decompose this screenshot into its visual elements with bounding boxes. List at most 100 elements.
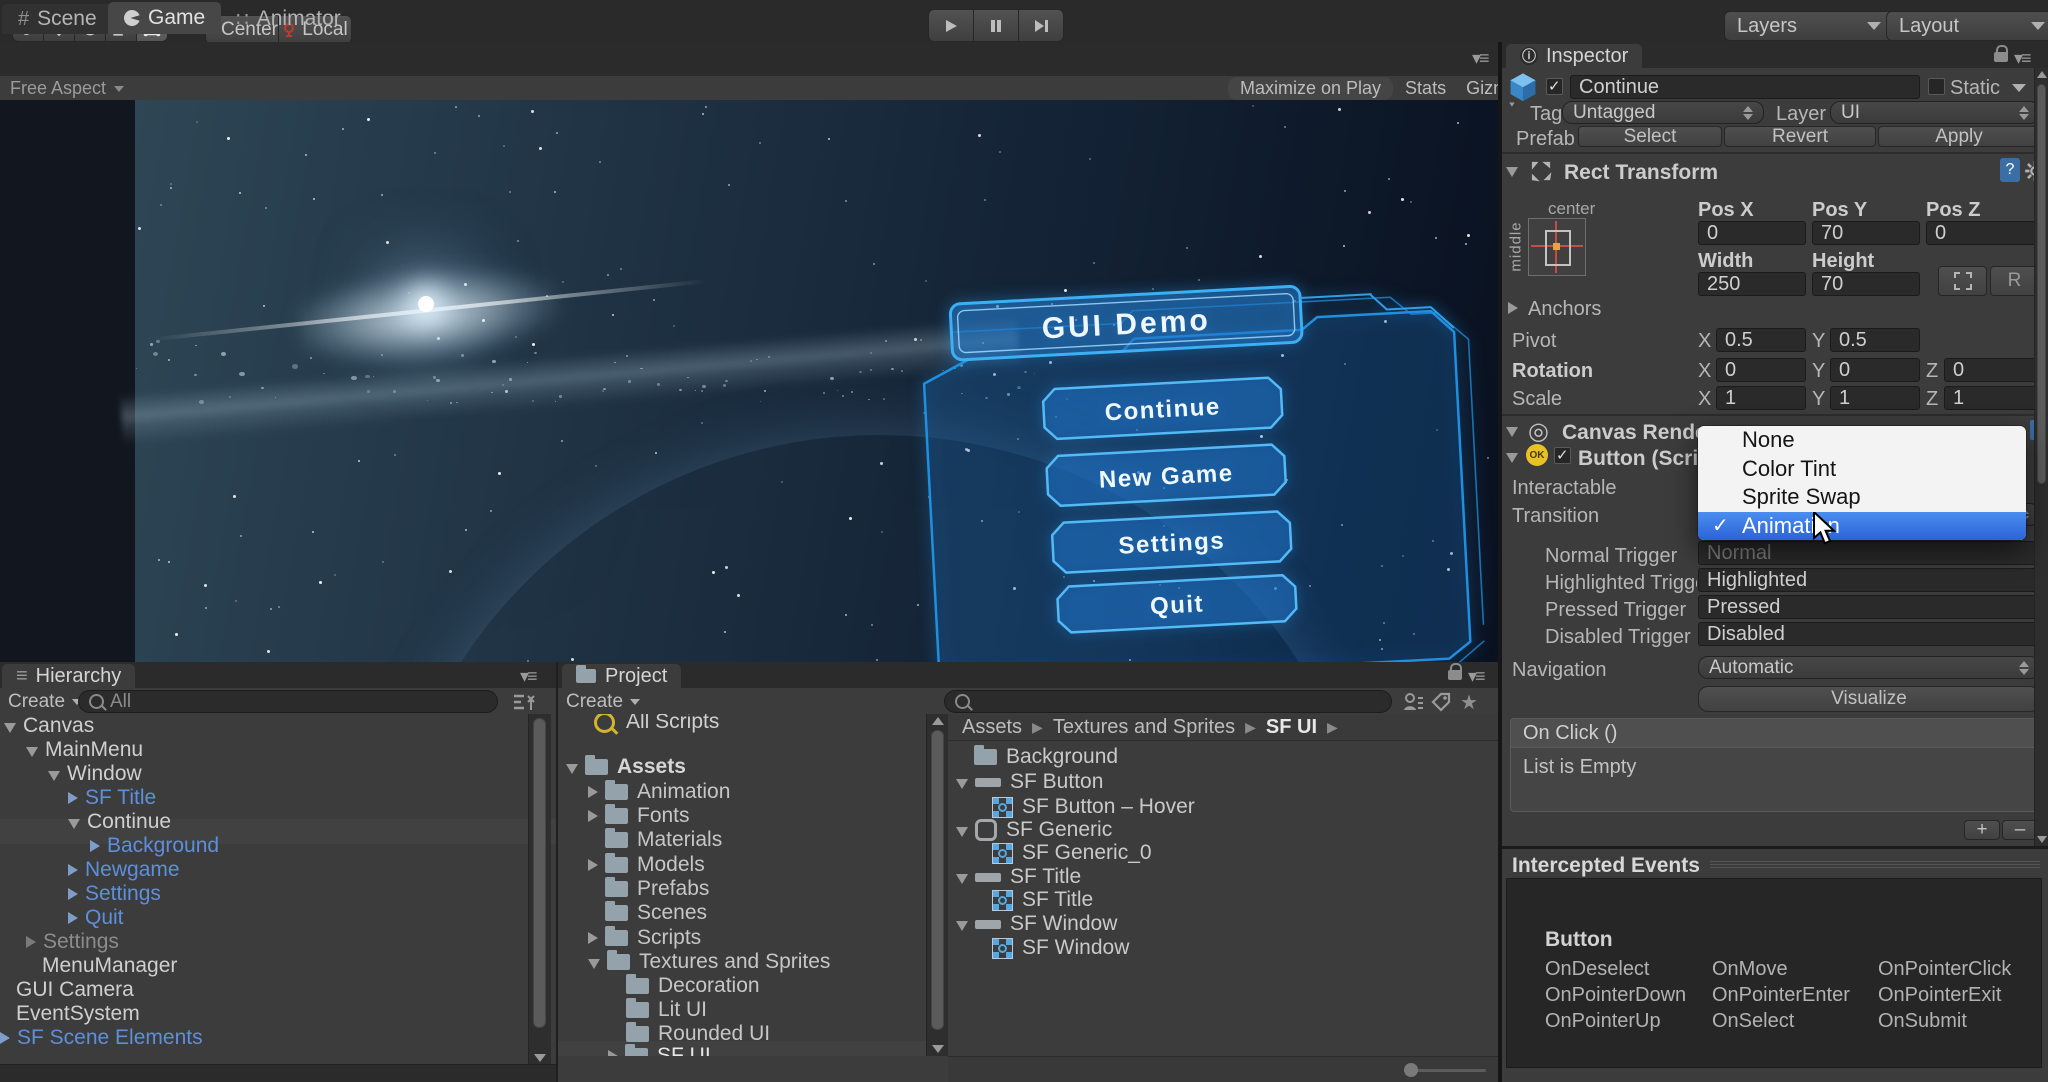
pivot-y-field[interactable]: 0.5 [1830,328,1920,352]
maximize-on-play-button[interactable]: Maximize on Play [1228,77,1393,100]
posy-field[interactable]: 70 [1812,221,1920,245]
hierarchy-filter-icon[interactable] [512,692,538,712]
project-file[interactable]: SF Title [956,865,1081,889]
project-file[interactable]: Background [974,745,1118,769]
disabled-trigger-field[interactable]: Disabled [1698,622,2040,646]
tab-project[interactable]: Project [562,664,681,688]
project-tree-item[interactable]: Models [588,853,705,877]
project-file[interactable]: SF Button [956,770,1103,794]
hierarchy-item[interactable]: MainMenu [26,738,143,762]
tab-inspector[interactable]: ⓘ Inspector [1506,44,1642,68]
project-file[interactable]: SF Generic [956,818,1112,842]
pressed-trigger-field[interactable]: Pressed [1698,595,2040,619]
menu-item-color-tint[interactable]: Color Tint [1698,455,2026,484]
scroll-down-icon[interactable] [2037,836,2047,843]
name-field[interactable]: Continue [1570,75,1920,99]
tag-dropdown[interactable]: Untagged [1562,101,1764,124]
normal-trigger-field[interactable]: Normal [1698,541,2040,565]
unlock-icon[interactable] [1994,52,2008,62]
hierarchy-item[interactable]: Quit [68,906,124,930]
scroll-up-icon[interactable] [2037,71,2047,78]
hierarchy-create-button[interactable]: Create [8,691,82,713]
scale-x-field[interactable]: 1 [1716,386,1806,410]
project-tree-item[interactable]: Textures and Sprites [588,950,830,974]
help-icon[interactable]: ? [2000,158,2020,182]
project-tree-scrollbar[interactable] [926,714,949,1056]
project-file[interactable]: SF Generic_0 [992,841,1152,865]
hierarchy-search-input[interactable]: All [78,690,498,713]
prefab-apply-button[interactable]: Apply [1878,126,2040,147]
project-tree-item[interactable]: Animation [588,780,730,804]
scroll-down-icon[interactable] [534,1054,546,1062]
hierarchy-item[interactable]: EventSystem [4,1002,140,1026]
anchors-foldout-icon[interactable] [1508,302,1518,314]
search-by-label-icon[interactable] [1430,692,1452,712]
project-tree-item[interactable]: Fonts [588,804,690,828]
hierarchy-panel-menu-icon[interactable]: ▾≡ [520,666,536,687]
search-by-type-icon[interactable] [1402,692,1424,712]
scroll-up-icon[interactable] [932,717,944,725]
highlighted-trigger-field[interactable]: Highlighted [1698,568,2040,592]
stats-button[interactable]: Stats [1397,77,1454,100]
project-tree-item[interactable]: Rounded UI [626,1022,770,1046]
aspect-dropdown[interactable]: Free Aspect [10,78,124,99]
tab-animator[interactable]: ∷ Animator [220,4,357,34]
project-file[interactable]: SF Title [992,888,1093,912]
zoom-slider[interactable] [1408,1069,1486,1072]
hierarchy-item[interactable]: Canvas [4,714,94,738]
section-splitter[interactable] [1502,846,2048,849]
zoom-slider-knob[interactable] [1404,1063,1418,1077]
project-tree-item[interactable]: Scenes [605,901,707,925]
project-file[interactable]: SF Window [956,912,1117,936]
project-search-input[interactable] [944,690,1392,713]
project-tree-item[interactable]: All Scripts [594,714,719,734]
breadcrumb-folder[interactable]: Textures and Sprites [1053,716,1235,739]
menu-item-none[interactable]: None [1698,426,2026,455]
unlock-icon[interactable] [1448,670,1462,680]
rotation-y-field[interactable]: 0 [1830,358,1920,382]
tab-scene[interactable]: # Scene [2,4,113,34]
hierarchy-item[interactable]: Background [90,834,219,858]
project-tree-item[interactable]: Assets [566,755,686,779]
prefab-select-button[interactable]: Select [1578,126,1722,147]
static-checkbox[interactable] [1928,78,1945,95]
hierarchy-item[interactable]: Window [48,762,142,786]
tab-hierarchy[interactable]: ≡ Hierarchy [2,664,135,688]
breadcrumb-assets[interactable]: Assets [962,716,1022,739]
layer-dropdown[interactable]: UI [1830,101,2040,124]
rotation-x-field[interactable]: 0 [1716,358,1806,382]
menu-item-animation-selected[interactable]: Animation [1698,512,2026,541]
inspector-scrollbar[interactable] [2034,68,2048,846]
project-tree-item[interactable]: Prefabs [605,877,709,901]
height-field[interactable]: 70 [1812,272,1920,296]
prefab-revert-button[interactable]: Revert [1724,126,1876,147]
project-tree-item[interactable]: Decoration [626,974,760,998]
pivot-x-field[interactable]: 0.5 [1716,328,1806,352]
hierarchy-scrollbar[interactable] [528,714,551,1064]
raw-mode-button[interactable]: R [1990,266,2039,296]
blueprint-mode-button[interactable] [1938,266,1987,296]
navigation-dropdown[interactable]: Automatic [1698,656,2040,679]
inspector-menu-icon[interactable]: ▾≡ [2014,48,2030,69]
step-button[interactable] [1019,9,1064,42]
rotation-z-field[interactable]: 0 [1944,358,2040,382]
favorites-star-icon[interactable]: ★ [1460,690,1478,715]
posx-field[interactable]: 0 [1698,221,1806,245]
project-tree-item[interactable]: Materials [605,828,722,852]
foldout-icon[interactable] [1506,453,1518,463]
menu-item-sprite-swap[interactable]: Sprite Swap [1698,483,2026,512]
scroll-down-icon[interactable] [932,1045,944,1053]
foldout-icon[interactable] [1506,167,1518,177]
component-enabled-checkbox[interactable] [1554,447,1571,464]
width-field[interactable]: 250 [1698,272,1806,296]
game-panel-menu-icon[interactable]: ▾≡ [1472,48,1488,69]
project-tree-item[interactable]: Scripts [588,926,701,950]
anchor-preset-widget[interactable] [1528,218,1586,276]
project-create-button[interactable]: Create [566,691,640,713]
project-file[interactable]: SF Button – Hover [992,795,1195,819]
hierarchy-item[interactable]: MenuManager [26,954,177,978]
posz-field[interactable]: 0 [1926,221,2040,245]
project-panel-menu-icon[interactable]: ▾≡ [1468,666,1484,687]
layout-dropdown[interactable]: Layout [1886,11,2048,41]
hierarchy-item[interactable]: GUI Camera [4,978,134,1002]
